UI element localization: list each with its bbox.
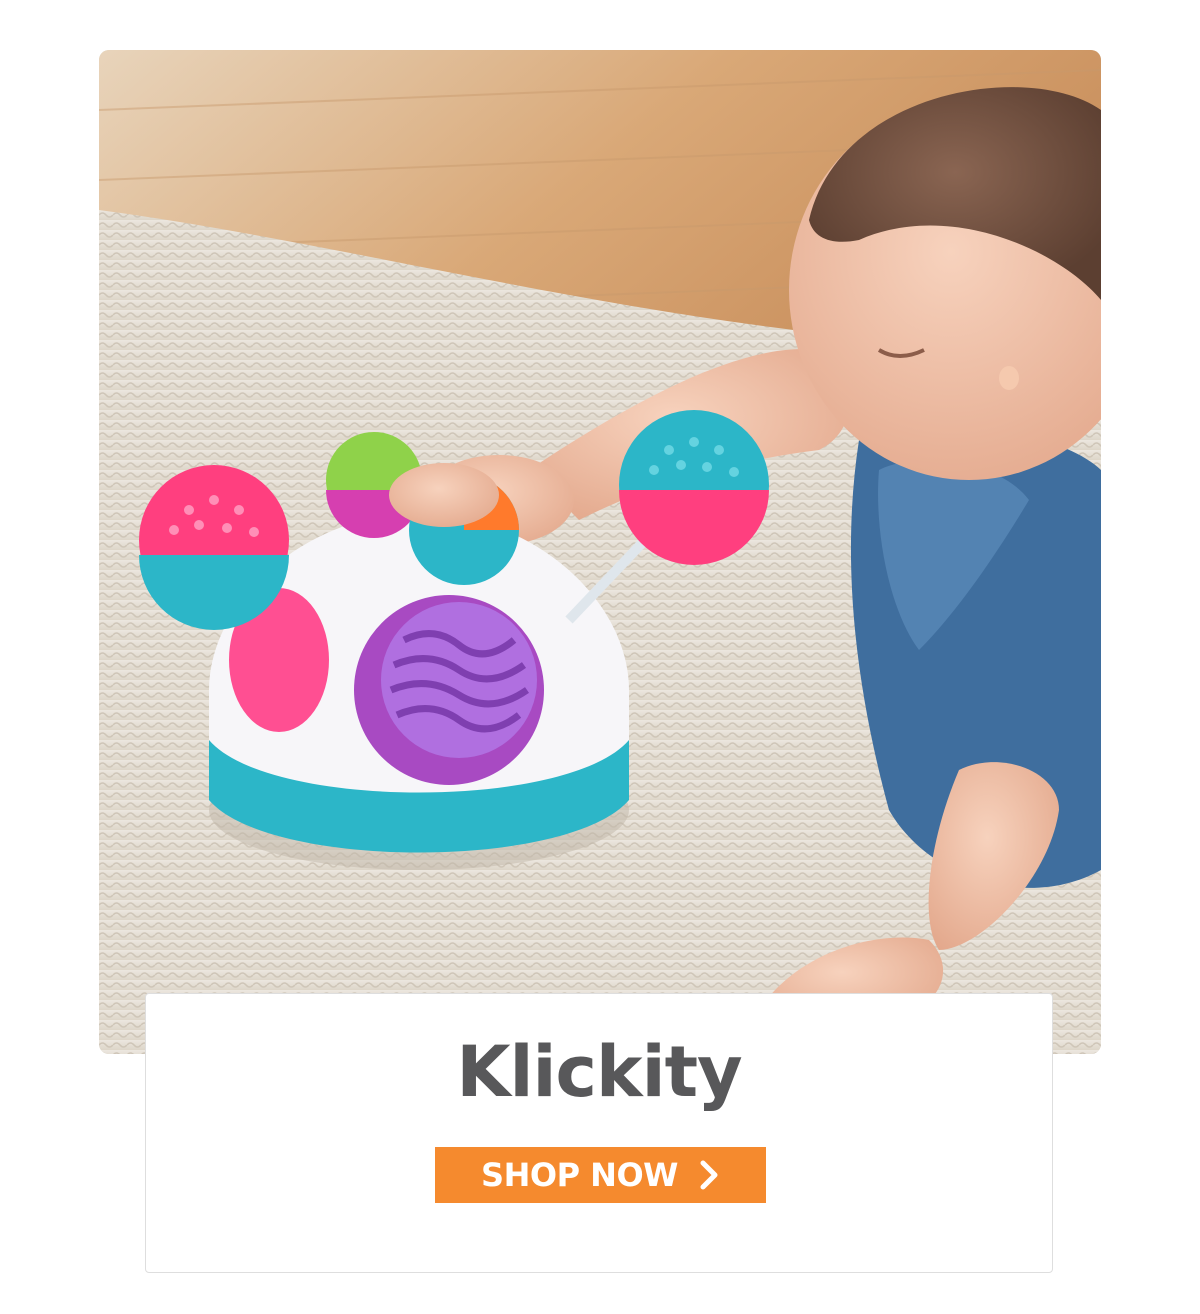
product-title: Klickity [456,1031,742,1113]
product-card: Klickity SHOP NOW [145,993,1053,1273]
shop-now-label: SHOP NOW [481,1156,678,1194]
chevron-right-icon [698,1159,720,1191]
hero-illustration [99,50,1101,1054]
shop-now-button[interactable]: SHOP NOW [435,1147,766,1203]
hero-image[interactable] [99,50,1101,1054]
